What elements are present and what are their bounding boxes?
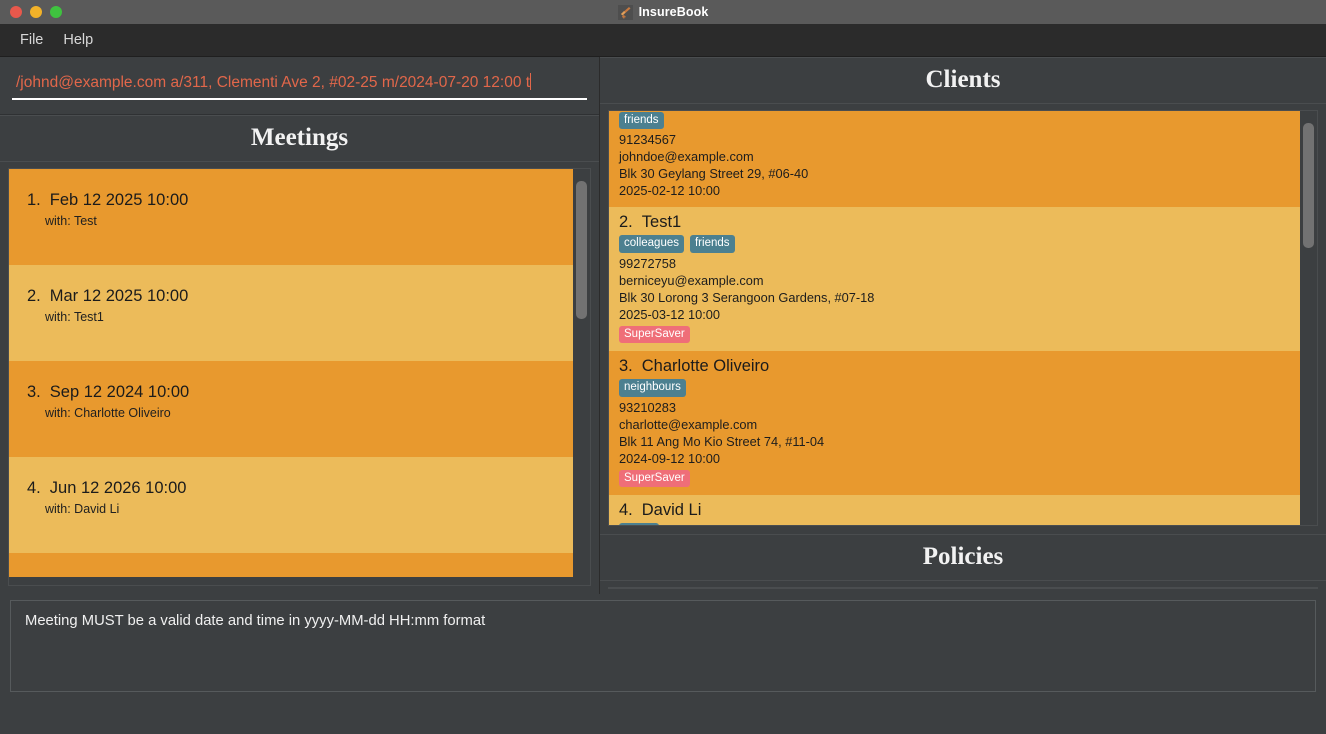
- client-policy-row: SuperSaver: [619, 467, 1300, 488]
- menu-item-help[interactable]: Help: [53, 28, 103, 52]
- client-meeting: 2025-03-12 10:00: [619, 306, 721, 322]
- meeting-datetime: Sep 12 2024 10:00: [49, 383, 190, 401]
- close-window-button[interactable]: [10, 6, 22, 18]
- window-title: InsureBook: [638, 5, 709, 19]
- command-input[interactable]: /johnd@example.com a/311, Clementi Ave 2…: [12, 71, 587, 100]
- client-name: David Li: [641, 501, 702, 520]
- meeting-attendee: with: David Li: [45, 502, 120, 516]
- meeting-datetime: Feb 12 2025 10:00: [49, 191, 189, 209]
- client-address: Blk 11 Ang Mo Kio Street 74, #11-04: [619, 433, 825, 449]
- client-tag-row: friends: [619, 112, 1300, 130]
- meeting-list-item-partial[interactable]: [9, 553, 573, 577]
- client-tag-row: neighbours: [619, 379, 1300, 397]
- minimize-window-button[interactable]: [30, 6, 42, 18]
- menubar: File Help: [0, 24, 1326, 57]
- client-list-item[interactable]: 2. Test1 colleagues friends 99272758 bernicey…: [609, 207, 1300, 352]
- clients-panel-header: Clients: [600, 57, 1326, 104]
- clients-scrollbar[interactable]: [1300, 111, 1317, 525]
- client-email: charlotte@example.com: [619, 416, 758, 432]
- meeting-list-item[interactable]: 3. Sep 12 2024 10:00 with: Charlotte Olive…: [9, 361, 573, 457]
- client-tag-row: colleagues friends: [619, 235, 1300, 253]
- meetings-list-pane: 1. Feb 12 2025 10:00 with: Test 2. Mar 12 20…: [0, 162, 599, 594]
- meeting-index: 3.: [27, 383, 41, 401]
- meeting-attendee: with: Charlotte Oliveiro: [45, 406, 171, 420]
- umbrella-icon: [617, 4, 633, 20]
- menu-item-file[interactable]: File: [10, 28, 53, 52]
- meeting-index: 1.: [27, 191, 41, 209]
- client-tag: friends: [689, 235, 735, 253]
- result-message: Meeting MUST be a valid date and time in…: [25, 613, 486, 629]
- client-name: Test1: [641, 213, 682, 232]
- policies-panel-header: Policies: [600, 534, 1326, 581]
- policies-scroll-viewport[interactable]: [608, 587, 1318, 589]
- client-policy-badge: SuperSaver: [619, 469, 690, 488]
- meeting-attendee: with: Test: [45, 214, 97, 228]
- meeting-list-item[interactable]: 2. Mar 12 2025 10:00 with: Test1: [9, 265, 573, 361]
- client-index: 4.: [619, 501, 633, 520]
- client-tag: neighbours: [619, 379, 686, 397]
- meeting-index: 2.: [27, 287, 41, 305]
- client-phone: 99272758: [619, 255, 676, 271]
- window-controls[interactable]: [0, 6, 62, 18]
- clients-scroll-viewport[interactable]: friends 91234567 johndoe@example.com Blk 30…: [609, 111, 1300, 525]
- client-phone: 91234567: [619, 132, 676, 148]
- meeting-datetime: Jun 12 2026 10:00: [49, 479, 187, 497]
- window-titlebar: InsureBook: [0, 0, 1326, 24]
- client-policy-row: SuperSaver: [619, 323, 1300, 344]
- meeting-index: 4.: [27, 479, 41, 497]
- client-list-item[interactable]: 3. Charlotte Oliveiro neighbours 93210283 ch…: [609, 351, 1300, 496]
- clients-title: Clients: [925, 66, 1001, 93]
- clients-list-pane: friends 91234567 johndoe@example.com Blk 30…: [600, 104, 1326, 534]
- client-tag: family: [619, 523, 660, 525]
- clients-scroll-thumb[interactable]: [1303, 123, 1314, 248]
- client-title-row: 2. Test1: [619, 213, 1300, 232]
- meetings-scroll-viewport[interactable]: 1. Feb 12 2025 10:00 with: Test 2. Mar 12 20…: [9, 169, 573, 585]
- result-display-container: Meeting MUST be a valid date and time in…: [0, 594, 1326, 696]
- meeting-title-row: 3. Sep 12 2024 10:00: [27, 383, 573, 402]
- client-email: berniceyu@example.com: [619, 272, 764, 288]
- meetings-scrollbar[interactable]: [573, 169, 590, 585]
- meetings-title: Meetings: [250, 124, 349, 151]
- command-box-container: /johnd@example.com a/311, Clementi Ave 2…: [0, 57, 599, 115]
- client-tag-row: family: [619, 523, 1300, 525]
- client-tag: friends: [619, 112, 664, 130]
- client-tag: colleagues: [619, 235, 684, 253]
- client-title-row: 3. Charlotte Oliveiro: [619, 357, 1300, 376]
- meeting-datetime: Mar 12 2025 10:00: [49, 287, 189, 305]
- policies-title: Policies: [922, 543, 1004, 570]
- result-display: Meeting MUST be a valid date and time in…: [10, 600, 1316, 692]
- client-title-row: 4. David Li: [619, 501, 1300, 520]
- client-meeting: 2024-09-12 10:00: [619, 450, 721, 466]
- client-phone: 93210283: [619, 399, 676, 415]
- client-list-item[interactable]: 4.David Lifamily91031282lidavid@example.…: [609, 495, 1300, 525]
- meeting-list-item[interactable]: 4. Jun 12 2026 10:00 with: David Li: [9, 457, 573, 553]
- client-policy-badge: SuperSaver: [619, 325, 690, 344]
- client-email: johndoe@example.com: [619, 149, 754, 165]
- meeting-title-row: 2. Mar 12 2025 10:00: [27, 287, 573, 306]
- text-caret: [530, 73, 532, 90]
- client-index: 2.: [619, 213, 633, 232]
- meeting-attendee: with: Test1: [45, 310, 104, 324]
- client-address: Blk 30 Geylang Street 29, #06-40: [619, 166, 809, 182]
- meeting-title-row: 1. Feb 12 2025 10:00: [27, 191, 573, 210]
- client-name: Charlotte Oliveiro: [641, 357, 770, 376]
- client-address: Blk 30 Lorong 3 Serangoon Gardens, #07-1…: [619, 289, 875, 305]
- meeting-list-item[interactable]: 1. Feb 12 2025 10:00 with: Test: [9, 169, 573, 265]
- client-index: 3.: [619, 357, 633, 376]
- meetings-panel-header: Meetings: [0, 115, 599, 162]
- client-meeting: 2025-02-12 10:00: [619, 183, 721, 199]
- command-input-value: /johnd@example.com a/311, Clementi Ave 2…: [16, 74, 531, 91]
- maximize-window-button[interactable]: [50, 6, 62, 18]
- client-list-item[interactable]: friends 91234567 johndoe@example.com Blk 30…: [609, 111, 1300, 208]
- meetings-scroll-thumb[interactable]: [576, 181, 587, 319]
- meeting-title-row: 4. Jun 12 2026 10:00: [27, 479, 573, 498]
